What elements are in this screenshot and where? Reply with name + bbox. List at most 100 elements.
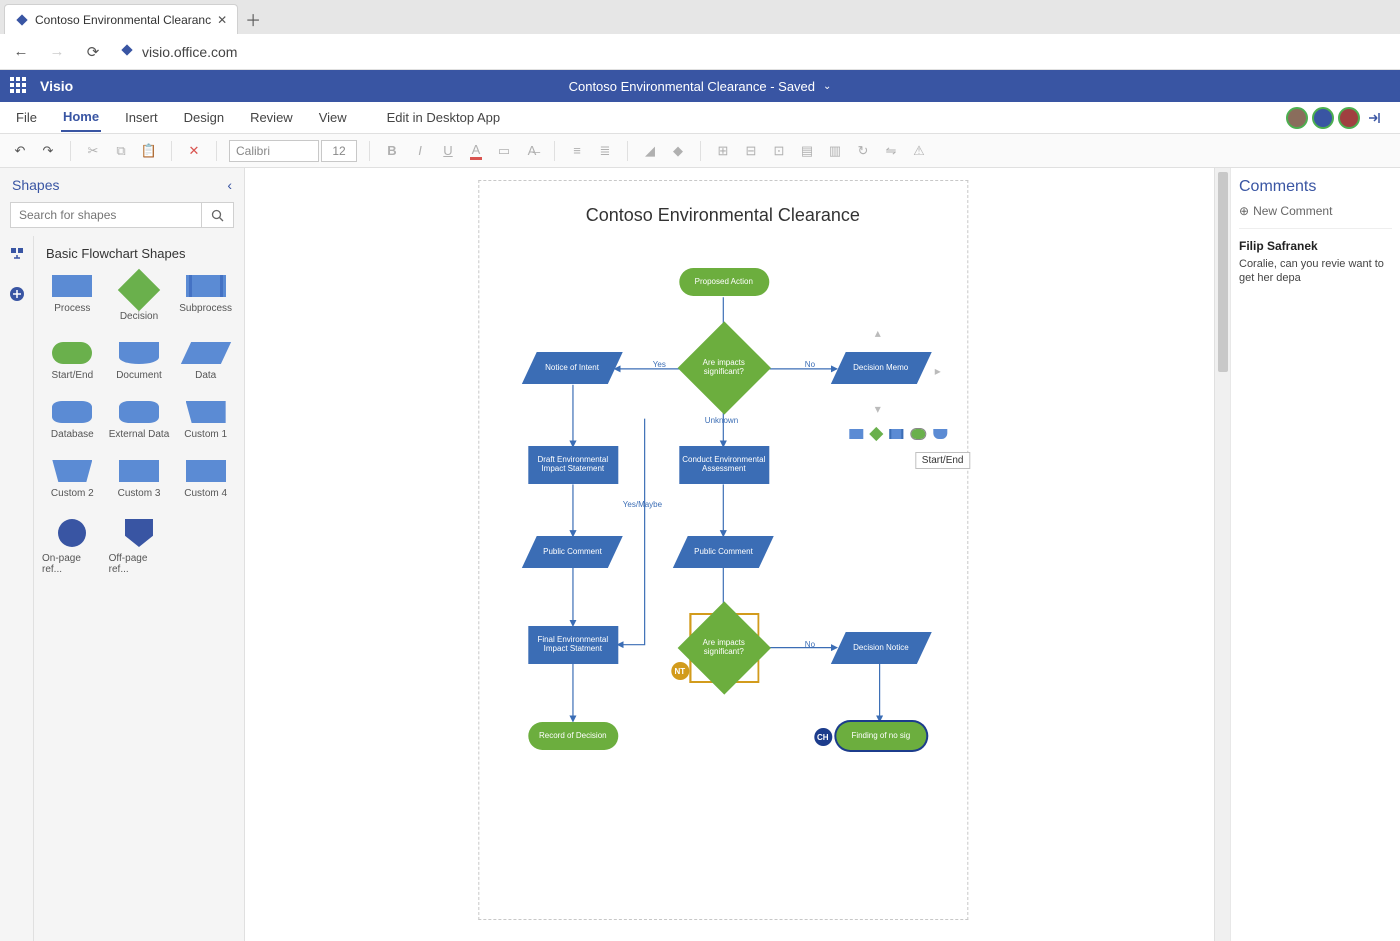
autoconnect-arrow-down[interactable]: ▾ bbox=[875, 402, 881, 416]
paste-icon[interactable]: 📋 bbox=[139, 141, 159, 161]
underline-icon[interactable]: U bbox=[438, 141, 458, 161]
align-icon[interactable]: ≡ bbox=[567, 141, 587, 161]
url-display[interactable]: visio.office.com bbox=[120, 43, 237, 60]
forward-icon[interactable]: → bbox=[48, 43, 66, 60]
ribbon-tab-view[interactable]: View bbox=[317, 104, 349, 131]
shape-process[interactable]: Process bbox=[42, 275, 103, 322]
chevron-down-icon: ⌄ bbox=[823, 81, 831, 92]
share-icon[interactable] bbox=[1364, 107, 1386, 129]
shape-subprocess[interactable]: Subprocess bbox=[175, 275, 236, 322]
ribbon-tab-design[interactable]: Design bbox=[182, 104, 226, 131]
clear-format-icon[interactable]: A̶ bbox=[522, 141, 542, 161]
node-notice-of-intent[interactable]: Notice of Intent bbox=[521, 352, 622, 384]
refresh-icon[interactable]: ⟳ bbox=[84, 43, 102, 61]
arrange-icon[interactable]: ⊞ bbox=[713, 141, 733, 161]
node-impacts-significant-1[interactable]: Are impacts significant? bbox=[691, 335, 757, 401]
font-color-icon[interactable]: A bbox=[466, 141, 486, 161]
new-comment-button[interactable]: ⊕ New Comment bbox=[1239, 204, 1392, 229]
node-decision-notice[interactable]: Decision Notice bbox=[830, 632, 931, 664]
avatar-user-2[interactable] bbox=[1312, 107, 1334, 129]
presence-chip-ch[interactable]: CH bbox=[814, 728, 832, 746]
line-icon[interactable]: ◆ bbox=[668, 141, 688, 161]
comments-panel: Comments ⊕ New Comment Filip Safranek Co… bbox=[1230, 168, 1400, 941]
node-finding-no-sig[interactable]: Finding of no sig bbox=[836, 722, 926, 750]
new-comment-label: New Comment bbox=[1253, 204, 1332, 218]
font-name-input[interactable] bbox=[229, 140, 319, 162]
bring-icon[interactable]: ▤ bbox=[797, 141, 817, 161]
node-conduct-ea[interactable]: Conduct Environmental Assessment bbox=[679, 446, 769, 484]
ribbon-tab-insert[interactable]: Insert bbox=[123, 104, 160, 131]
add-stencil-icon[interactable] bbox=[7, 284, 27, 304]
quick-shapes-bar[interactable] bbox=[843, 426, 953, 442]
highlight-icon[interactable]: ▭ bbox=[494, 141, 514, 161]
node-draft-eis[interactable]: Draft Environmental Impact Statement bbox=[528, 446, 618, 484]
send-icon[interactable]: ▥ bbox=[825, 141, 845, 161]
shape-custom-1[interactable]: Custom 1 bbox=[175, 401, 236, 440]
new-tab-button[interactable]: ＋ bbox=[238, 4, 268, 34]
cut-icon[interactable]: ✂ bbox=[83, 141, 103, 161]
scrollbar-thumb[interactable] bbox=[1218, 172, 1228, 372]
node-impacts-significant-2[interactable]: Are impacts significant? bbox=[691, 615, 757, 681]
shape-custom-3[interactable]: Custom 3 bbox=[109, 460, 170, 499]
ribbon-tab-home[interactable]: Home bbox=[61, 103, 101, 132]
redo-icon[interactable]: ↷ bbox=[38, 141, 58, 161]
italic-icon[interactable]: I bbox=[410, 141, 430, 161]
delete-icon[interactable]: ✕ bbox=[184, 141, 204, 161]
shape-decision[interactable]: Decision bbox=[109, 275, 170, 322]
fill-icon[interactable]: ◢ bbox=[640, 141, 660, 161]
edit-in-desktop-button[interactable]: Edit in Desktop App bbox=[385, 104, 502, 131]
quick-shape-tooltip: Start/End bbox=[915, 452, 971, 469]
document-title[interactable]: Contoso Environmental Clearance - Saved … bbox=[569, 79, 832, 94]
undo-icon[interactable]: ↶ bbox=[10, 141, 30, 161]
copy-icon[interactable]: ⧉ bbox=[111, 141, 131, 161]
shape-search-input[interactable] bbox=[11, 203, 201, 227]
search-icon[interactable] bbox=[201, 203, 233, 227]
group-icon[interactable]: ⊡ bbox=[769, 141, 789, 161]
shape-database[interactable]: Database bbox=[42, 401, 103, 440]
edge-label-no: No bbox=[805, 360, 815, 369]
font-size-input[interactable] bbox=[321, 140, 357, 162]
flip-icon[interactable]: ⇋ bbox=[881, 141, 901, 161]
comment-text: Coralie, can you revie want to get her d… bbox=[1239, 257, 1392, 286]
avatar-user-3[interactable] bbox=[1338, 107, 1360, 129]
more-icon[interactable]: ⚠ bbox=[909, 141, 929, 161]
ribbon-tab-file[interactable]: File bbox=[14, 104, 39, 131]
collapse-panel-icon[interactable]: ‹ bbox=[227, 177, 232, 193]
comment-item[interactable]: Filip Safranek Coralie, can you revie wa… bbox=[1239, 239, 1392, 286]
avatar-user-1[interactable] bbox=[1286, 107, 1308, 129]
shape-grid: Process Decision Subprocess Start/End Do… bbox=[42, 275, 236, 575]
stencil-title: Basic Flowchart Shapes bbox=[42, 246, 236, 261]
back-icon[interactable]: ← bbox=[12, 43, 30, 60]
shape-onpage-ref[interactable]: On-page ref... bbox=[42, 519, 103, 575]
node-final-eis[interactable]: Final Environmental Impact Statment bbox=[528, 626, 618, 664]
node-public-comment-1[interactable]: Public Comment bbox=[521, 536, 622, 568]
close-tab-icon[interactable]: ✕ bbox=[217, 13, 227, 27]
shape-offpage-ref[interactable]: Off-page ref... bbox=[109, 519, 170, 575]
autoconnect-arrow-right[interactable]: ▸ bbox=[935, 364, 941, 378]
canvas[interactable]: Contoso Environmental Clearance bbox=[245, 168, 1230, 941]
browser-tab[interactable]: Contoso Environmental Clearanc ✕ bbox=[4, 4, 238, 34]
app-launcher-icon[interactable] bbox=[10, 77, 28, 95]
edge-label-yesmaybe: Yes/Maybe bbox=[623, 500, 662, 509]
arrange2-icon[interactable]: ⊟ bbox=[741, 141, 761, 161]
shape-custom-4[interactable]: Custom 4 bbox=[175, 460, 236, 499]
node-public-comment-2[interactable]: Public Comment bbox=[672, 536, 773, 568]
align2-icon[interactable]: ≣ bbox=[595, 141, 615, 161]
rotate-icon[interactable]: ↻ bbox=[853, 141, 873, 161]
presence-chip-nt[interactable]: NT bbox=[671, 662, 689, 680]
node-decision-memo[interactable]: Decision Memo bbox=[830, 352, 931, 384]
site-favicon bbox=[120, 43, 134, 60]
autoconnect-arrow-up[interactable]: ▴ bbox=[875, 326, 881, 340]
shape-data[interactable]: Data bbox=[175, 342, 236, 381]
stencil-icon[interactable] bbox=[7, 244, 27, 264]
shape-external-data[interactable]: External Data bbox=[109, 401, 170, 440]
ribbon-tab-review[interactable]: Review bbox=[248, 104, 295, 131]
drawing-page[interactable]: Contoso Environmental Clearance bbox=[478, 180, 968, 920]
vertical-scrollbar[interactable] bbox=[1214, 168, 1230, 941]
shape-custom-2[interactable]: Custom 2 bbox=[42, 460, 103, 499]
node-proposed-action[interactable]: Proposed Action bbox=[679, 268, 769, 296]
shape-start-end[interactable]: Start/End bbox=[42, 342, 103, 381]
bold-icon[interactable]: B bbox=[382, 141, 402, 161]
shape-document[interactable]: Document bbox=[109, 342, 170, 381]
node-record-of-decision[interactable]: Record of Decision bbox=[528, 722, 618, 750]
